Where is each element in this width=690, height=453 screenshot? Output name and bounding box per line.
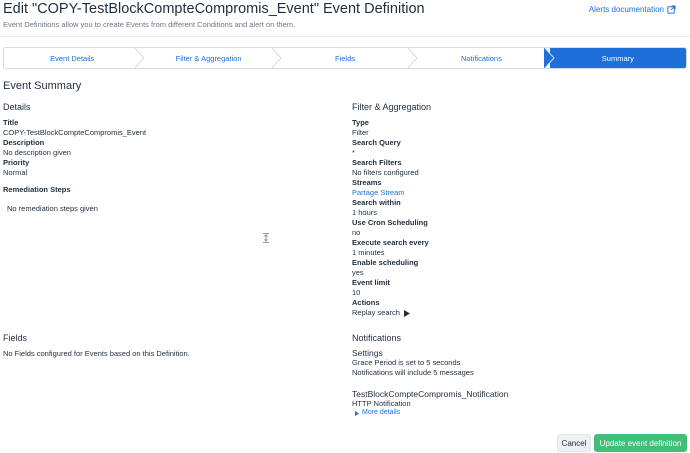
streams-label: Streams [352, 178, 382, 187]
type-label: Type [352, 118, 369, 127]
step-separator-icon [134, 48, 146, 68]
wizard-step-label: Summary [601, 53, 634, 63]
wizard-step-label: Notifications [460, 53, 502, 63]
grace-period-text: Grace Period is set to 5 seconds [352, 358, 461, 367]
search-filters-label: Search Filters [352, 158, 402, 167]
details-heading: Details [3, 102, 31, 112]
wizard-steps: Event Details Filter & Aggregation Field… [3, 47, 687, 69]
alerts-documentation-label: Alerts documentation [588, 5, 664, 14]
event-summary-title: Event Summary [3, 80, 82, 92]
type-value: Filter [352, 128, 369, 137]
title-label: Title [3, 118, 19, 127]
filter-aggregation-heading: Filter & Aggregation [352, 102, 432, 112]
caret-right-icon [355, 410, 359, 416]
wizard-step-label: Fields [335, 53, 356, 63]
external-link-icon [667, 5, 676, 14]
notifications-heading: Notifications [352, 333, 402, 343]
description-value: No description given [3, 148, 71, 157]
wizard-step-filter-aggregation[interactable]: Filter & Aggregation [140, 48, 282, 68]
wizard-step-label: Event Details [50, 53, 95, 63]
notification-name: TestBlockCompteCompromis_Notification [352, 389, 509, 399]
fields-value: No Fields configured for Events based on… [3, 349, 190, 358]
more-details-label: More details [362, 409, 401, 416]
execute-every-value: 1 minutes [352, 248, 385, 257]
wizard-step-event-details[interactable]: Event Details [4, 48, 146, 68]
search-query-label: Search Query [352, 138, 401, 147]
execute-every-label: Execute search every [352, 238, 429, 247]
actions-label: Actions [352, 298, 380, 307]
priority-value: Normal [3, 168, 28, 177]
search-query-value: * [352, 148, 355, 157]
event-limit-label: Event limit [352, 278, 390, 287]
title-value: COPY-TestBlockCompteCompromis_Event [3, 128, 147, 137]
enable-scheduling-label: Enable scheduling [352, 258, 419, 267]
cron-scheduling-label: Use Cron Scheduling [352, 218, 428, 227]
alerts-documentation-link[interactable]: Alerts documentation [589, 5, 676, 14]
page-subtitle: Event Definitions allow you to create Ev… [3, 20, 296, 29]
messages-count-text: Notifications will include 5 messages [352, 368, 474, 377]
replay-search-button[interactable]: Replay search [352, 308, 429, 318]
settings-heading: Settings [352, 348, 383, 358]
filter-aggregation-list: Type Filter Search Query * Search Filter… [352, 118, 429, 318]
page-title: Edit "COPY-TestBlockCompteCompromis_Even… [3, 1, 425, 17]
description-label: Description [3, 138, 45, 147]
cron-scheduling-value: no [352, 228, 361, 237]
priority-label: Priority [3, 158, 30, 167]
search-within-value: 1 hours [352, 208, 378, 217]
step-separator-icon [543, 48, 555, 68]
remediation-steps-label: Remediation Steps [3, 185, 71, 194]
step-separator-icon [407, 48, 418, 68]
fields-heading: Fields [3, 333, 28, 343]
cancel-button[interactable]: Cancel [557, 434, 591, 452]
replay-search-label: Replay search [352, 308, 400, 317]
wizard-step-label: Filter & Aggregation [175, 53, 242, 63]
wizard-step-fields[interactable]: Fields [277, 48, 418, 68]
details-list: Title COPY-TestBlockCompteCompromis_Even… [3, 118, 146, 178]
more-details-toggle[interactable]: More details [352, 408, 400, 418]
wizard-step-notifications[interactable]: Notifications [413, 48, 555, 68]
remediation-steps-value: No remediation steps given [7, 204, 98, 213]
wizard-step-summary[interactable]: Summary [549, 48, 686, 68]
update-event-definition-button[interactable]: Update event definition [594, 434, 687, 452]
enable-scheduling-value: yes [352, 268, 364, 277]
search-filters-value: No filters configured [352, 168, 419, 177]
header-divider [0, 36, 690, 37]
stream-link[interactable]: Partage Stream [352, 188, 429, 198]
play-icon [403, 309, 410, 317]
search-within-label: Search within [352, 198, 401, 207]
event-limit-value: 10 [352, 288, 361, 297]
resize-handle-icon[interactable] [262, 233, 270, 243]
step-separator-icon [270, 48, 282, 68]
